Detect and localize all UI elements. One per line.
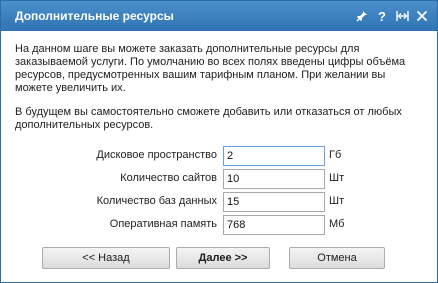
sites-input[interactable] [223,169,325,189]
sites-unit: Шт [329,172,345,184]
memory-unit: Мб [329,218,345,230]
databases-input[interactable] [223,192,325,212]
dialog-window: Дополнительные ресурсы ? На данном шаге … [0,0,438,283]
memory-label: Оперативная память [109,218,217,230]
disk-label: Дисковое пространство [96,149,217,161]
databases-row: Количество баз данных Шт [1,192,437,212]
dialog-title: Дополнительные ресурсы [15,9,174,23]
title-bar-controls: ? [355,7,429,25]
memory-row: Оперативная память Мб [1,215,437,235]
cancel-button[interactable]: Отмена [289,247,385,269]
pin-icon[interactable] [355,8,369,24]
next-button[interactable]: Далее >> [176,247,270,269]
intro-paragraph-1: На данном шаге вы можете заказать дополн… [15,43,406,94]
title-bar[interactable]: Дополнительные ресурсы ? [1,1,437,31]
disk-unit: Гб [329,149,342,161]
databases-unit: Шт [329,195,345,207]
sites-row: Количество сайтов Шт [1,169,437,189]
close-icon[interactable] [415,8,429,24]
back-button[interactable]: << Назад [42,247,170,269]
resize-icon[interactable] [395,8,409,24]
button-bar: << Назад Далее >> Отмена [1,247,437,271]
intro-text: На данном шаге вы можете заказать дополн… [15,43,425,143]
disk-row: Дисковое пространство Гб [1,146,437,166]
intro-paragraph-2: В будущем вы самостоятельно сможете доба… [15,106,402,131]
help-icon[interactable]: ? [375,8,389,24]
sites-label: Количество сайтов [120,172,217,184]
disk-input[interactable] [223,146,325,166]
memory-input[interactable] [223,215,325,235]
databases-label: Количество баз данных [96,195,217,207]
